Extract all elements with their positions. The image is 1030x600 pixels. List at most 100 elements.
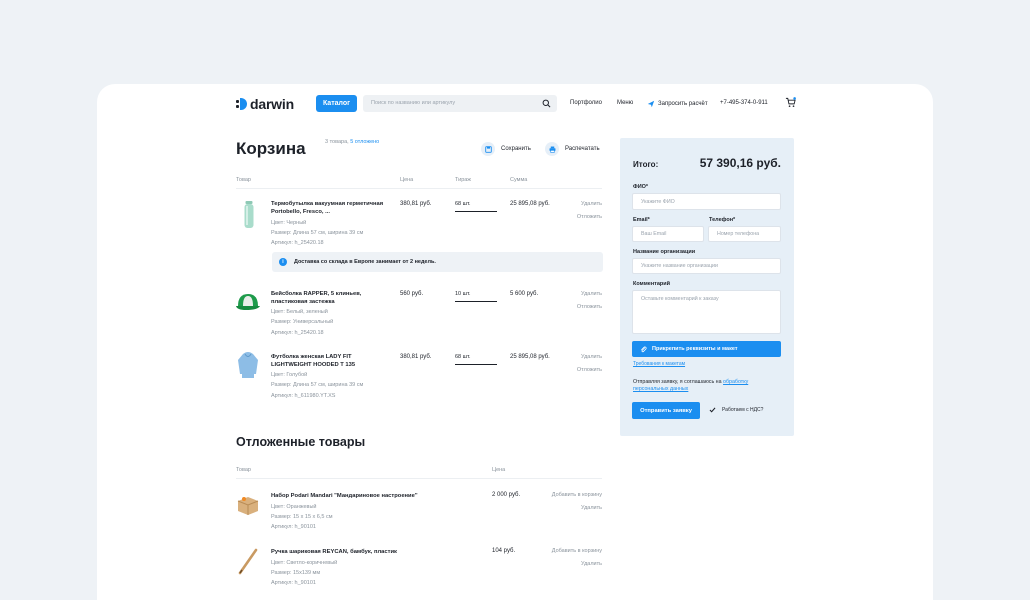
org-field[interactable]: Укажите название организации	[632, 258, 781, 274]
save-button[interactable]: Сохранить	[481, 142, 531, 156]
nav-request-quote[interactable]: Запросить расчёт	[647, 100, 708, 108]
attach-button[interactable]: Прикрепить реквизиты и макет	[632, 341, 781, 357]
product-price: 380,81 руб.	[400, 354, 432, 360]
search-icon[interactable]	[542, 99, 551, 108]
product-color: Цвет: Светло-коричневый	[271, 560, 338, 566]
name-field[interactable]: Укажите ФИО	[632, 193, 781, 210]
comment-field[interactable]: Оставьте комментарий к заказу	[632, 290, 781, 334]
search-placeholder: Поиск по названию или артикулу	[371, 100, 456, 106]
product-name[interactable]: Набор Podari Mandari "Мандариновое настр…	[271, 492, 471, 500]
consent-prefix: Отправляя заявку, я соглашаюсь на	[633, 379, 722, 385]
col-product: Товар	[236, 467, 251, 473]
comment-label: Комментарий	[633, 281, 671, 287]
save-icon	[481, 142, 495, 156]
add-to-cart-link[interactable]: Добавить в корзину	[532, 548, 602, 554]
product-price: 2 000 руб.	[492, 492, 521, 498]
phone-label: Телефон*	[709, 217, 736, 223]
divider	[236, 188, 602, 189]
product-sku: Артикул: h_611980.YT.XS	[271, 393, 336, 399]
send-icon	[647, 100, 655, 108]
logo[interactable]: darwin	[236, 96, 294, 112]
name-label: ФИО*	[633, 184, 649, 190]
product-name[interactable]: Футболка женская LADY FIT LIGHTWEIGHT HO…	[271, 353, 391, 369]
total-value: 57 390,16 руб.	[699, 156, 781, 170]
product-sum: 25 895,08 руб.	[510, 201, 550, 207]
delete-link[interactable]: Удалить	[552, 201, 602, 207]
cap-image	[236, 294, 260, 310]
product-size: Размер: Универсальный	[271, 319, 334, 325]
delete-link[interactable]: Удалить	[532, 505, 602, 511]
check-icon	[709, 407, 716, 413]
delivery-notice: i Доставка со склада в Европе занимает о…	[272, 252, 603, 272]
product-name[interactable]: Бейсболка RAPPER, 5 клиньев, пластиковая…	[271, 290, 391, 306]
submit-button[interactable]: Отправить заявку	[632, 402, 700, 419]
org-label: Название организации	[633, 249, 696, 255]
nav-request-label: Запросить расчёт	[658, 101, 708, 107]
page-card: darwin Каталог Поиск по названию или арт…	[97, 84, 933, 600]
col-price: Цена	[400, 177, 414, 183]
product-name[interactable]: Термобутылка вакуумная герметичная Porto…	[271, 200, 391, 216]
cart-icon[interactable]	[785, 97, 796, 108]
product-price: 104 руб.	[492, 548, 516, 554]
postponed-title: Отложенные товары	[236, 435, 366, 449]
postpone-link[interactable]: Отложить	[552, 214, 602, 220]
product-sum: 25 895,08 руб.	[510, 354, 550, 360]
product-price: 380,81 руб.	[400, 201, 432, 207]
product-sku: Артикул: h_90101	[271, 524, 316, 530]
product-color: Цвет: Белый, зеленый	[271, 309, 328, 315]
product-size: Размер: Длина 57 см, ширина 39 см	[271, 230, 364, 236]
product-sku: Артикул: h_90101	[271, 580, 316, 586]
product-price: 560 руб.	[400, 291, 424, 297]
vat-checkbox[interactable]: Работаем с НДС?	[709, 407, 763, 413]
nav-portfolio[interactable]: Портфолио	[570, 100, 602, 106]
catalog-button[interactable]: Каталог	[316, 95, 357, 112]
notice-text: Доставка со склада в Европе занимает от …	[294, 259, 436, 265]
paperclip-icon	[641, 346, 647, 352]
postpone-link[interactable]: Отложить	[552, 367, 602, 373]
phone-field[interactable]: Номер телефона	[708, 226, 781, 242]
hoodie-image	[238, 352, 258, 378]
col-product: Товар	[236, 177, 251, 183]
order-panel: Итого: 57 390,16 руб. ФИО* Укажите ФИО E…	[620, 138, 794, 436]
product-name[interactable]: Ручка шариковая REYCAN, бамбук, пластик	[271, 548, 471, 556]
print-label: Распечатать	[565, 146, 600, 152]
nav-menu[interactable]: Меню	[617, 100, 633, 106]
requirements-link[interactable]: Требования к макетам	[633, 361, 685, 367]
total-label: Итого:	[633, 160, 659, 169]
divider	[236, 478, 602, 479]
delete-link[interactable]: Удалить	[552, 354, 602, 360]
delete-link[interactable]: Удалить	[552, 291, 602, 297]
search-input[interactable]: Поиск по названию или артикулу	[363, 95, 557, 112]
phone-link[interactable]: +7-495-374-0-911	[720, 100, 768, 106]
qty-input[interactable]: 68 шт.	[455, 354, 497, 365]
product-size: Размер: 15 x 15 x 6,5 см	[271, 514, 333, 520]
thermos-image	[244, 201, 254, 228]
consent-text: Отправляя заявку, я соглашаюсь на обрабо…	[633, 379, 773, 393]
product-size: Размер: 15x139 мм	[271, 570, 321, 576]
product-size: Размер: Длина 57 см, ширина 39 см	[271, 382, 364, 388]
product-sku: Артикул: h_25420.18	[271, 330, 324, 336]
gift-box-image	[237, 497, 259, 515]
postponed-link[interactable]: 5 отложено	[350, 139, 379, 145]
qty-input[interactable]: 10 шт.	[455, 291, 497, 302]
col-price: Цена	[492, 467, 506, 473]
col-sum: Сумма	[510, 177, 528, 183]
col-qty: Тираж	[455, 177, 471, 183]
add-to-cart-link[interactable]: Добавить в корзину	[532, 492, 602, 498]
product-sum: 5 600 руб.	[510, 291, 539, 297]
product-color: Цвет: Оранжевый	[271, 504, 317, 510]
attach-label: Прикрепить реквизиты и макет	[652, 346, 738, 352]
delete-link[interactable]: Удалить	[532, 561, 602, 567]
info-icon: i	[279, 258, 287, 266]
product-color: Цвет: Черный	[271, 220, 307, 226]
print-button[interactable]: Распечатать	[545, 142, 600, 156]
logo-text: darwin	[250, 96, 294, 112]
product-color: Цвет: Голубой	[271, 372, 308, 378]
email-field[interactable]: Ваш Email	[632, 226, 704, 242]
qty-input[interactable]: 68 шт.	[455, 201, 497, 212]
product-sku: Артикул: h_25420.18	[271, 240, 324, 246]
cart-count-text: 3 товара,	[325, 139, 349, 145]
postpone-link[interactable]: Отложить	[552, 304, 602, 310]
cart-count: 3 товара, 5 отложено	[325, 139, 379, 145]
page-title: Корзина	[236, 139, 306, 158]
